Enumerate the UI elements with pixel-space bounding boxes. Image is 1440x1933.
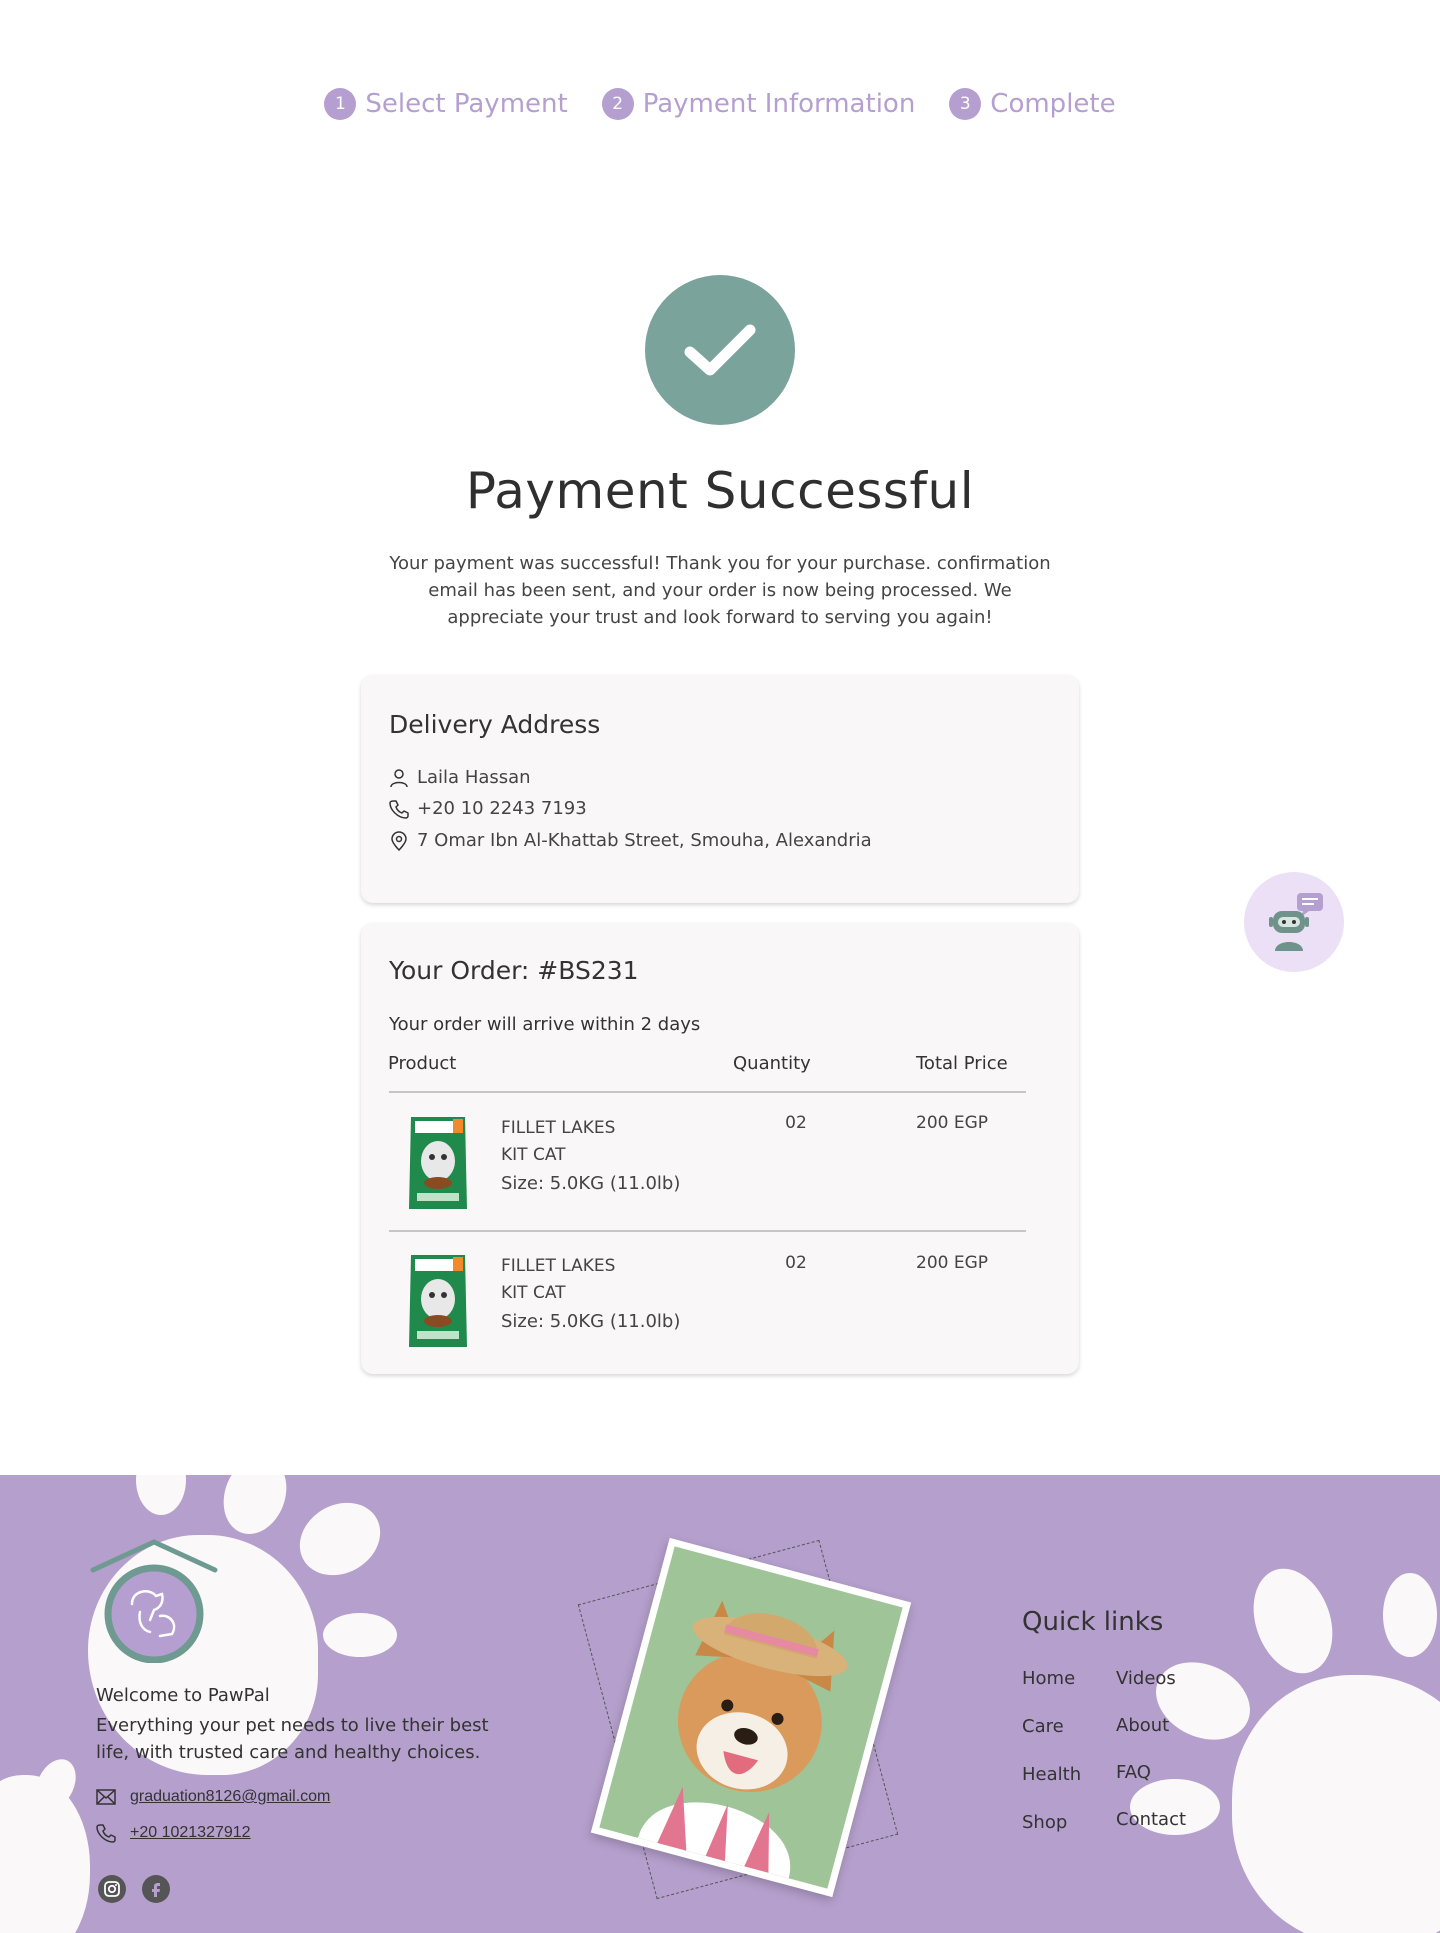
footer-welcome: Welcome to PawPal — [96, 1685, 270, 1706]
chatbot-icon — [1269, 893, 1323, 951]
product-name-line1: FILLET LAKES — [501, 1256, 616, 1276]
paw-print-decoration — [136, 1475, 186, 1515]
user-icon — [390, 768, 408, 787]
product-name-line2: KIT CAT — [501, 1145, 566, 1165]
check-icon — [684, 324, 756, 376]
footer-email[interactable]: graduation8126@gmail.com — [96, 1788, 330, 1806]
product-name-line2: KIT CAT — [501, 1283, 566, 1303]
phone-icon — [96, 1824, 116, 1843]
paw-print-decoration — [286, 1488, 394, 1590]
product-image — [409, 1117, 467, 1209]
product-quantity: 02 — [785, 1113, 807, 1133]
step-label: Select Payment — [365, 89, 568, 119]
paw-print-decoration — [213, 1475, 297, 1543]
footer-link-health[interactable]: Health — [1022, 1764, 1081, 1785]
success-check-badge — [645, 275, 795, 425]
table-divider — [389, 1091, 1026, 1093]
mail-icon — [96, 1789, 116, 1805]
instagram-icon[interactable] — [98, 1875, 126, 1903]
footer-tagline: Everything your pet needs to live their … — [96, 1715, 489, 1763]
phone-link[interactable]: +20 1021327912 — [130, 1824, 251, 1842]
product-total-price: 200 EGP — [916, 1253, 989, 1273]
recipient-name: Laila Hassan — [417, 767, 531, 788]
product-total-price: 200 EGP — [916, 1113, 989, 1133]
phone-icon — [389, 799, 409, 819]
footer-link-shop[interactable]: Shop — [1022, 1812, 1067, 1833]
step-payment-information[interactable]: 2 Payment Information — [601, 88, 916, 120]
product-name-line1: FILLET LAKES — [501, 1118, 616, 1138]
location-pin-icon — [391, 830, 407, 851]
paw-print-decoration — [1239, 1557, 1347, 1685]
recipient-address-row: 7 Omar Ibn Al-Khattab Street, Smouha, Al… — [389, 830, 872, 851]
step-label: Complete — [990, 89, 1116, 119]
paw-print-decoration — [1232, 1675, 1440, 1933]
site-footer: Welcome to PawPal Everything your pet ne… — [0, 1475, 1440, 1933]
chatbot-button[interactable] — [1244, 872, 1344, 972]
product-name: FILLET LAKES KIT CAT — [501, 1115, 641, 1169]
column-total-price: Total Price — [916, 1053, 1008, 1074]
step-complete[interactable]: 3 Complete — [949, 88, 1116, 120]
footer-link-care[interactable]: Care — [1022, 1716, 1064, 1737]
paw-print-decoration — [1143, 1647, 1263, 1755]
paw-print-decoration — [1383, 1573, 1437, 1657]
product-size: Size: 5.0KG (11.0lb) — [501, 1311, 681, 1332]
quick-links-title: Quick links — [1022, 1607, 1164, 1637]
recipient-address: 7 Omar Ibn Al-Khattab Street, Smouha, Al… — [417, 830, 872, 851]
step-number: 1 — [324, 88, 357, 120]
step-label: Payment Information — [642, 89, 916, 119]
product-size: Size: 5.0KG (11.0lb) — [501, 1173, 681, 1194]
pawpal-logo[interactable] — [90, 1538, 218, 1663]
column-quantity: Quantity — [733, 1053, 811, 1074]
product-image — [409, 1255, 467, 1347]
order-title: Your Order: #BS231 — [389, 956, 639, 985]
delivery-title: Delivery Address — [389, 710, 601, 739]
paw-print-decoration — [323, 1613, 397, 1657]
table-divider — [389, 1230, 1026, 1232]
product-name: FILLET LAKES KIT CAT — [501, 1253, 641, 1307]
checkout-stepper: 1 Select Payment 2 Payment Information 3… — [0, 88, 1440, 120]
footer-link-faq[interactable]: FAQ — [1116, 1762, 1151, 1783]
success-message: Your payment was successful! Thank you f… — [389, 553, 1051, 628]
step-number: 3 — [949, 88, 982, 120]
email-link[interactable]: graduation8126@gmail.com — [130, 1788, 330, 1806]
facebook-icon[interactable] — [142, 1875, 170, 1903]
delivery-address-card: Delivery Address Laila Hassan +20 10 224… — [361, 675, 1079, 903]
order-summary-card: Your Order: #BS231 Your order will arriv… — [361, 923, 1079, 1374]
step-select-payment[interactable]: 1 Select Payment — [324, 88, 568, 120]
footer-phone[interactable]: +20 1021327912 — [96, 1823, 251, 1843]
recipient-phone: +20 10 2243 7193 — [417, 798, 587, 819]
recipient-phone-row: +20 10 2243 7193 — [389, 798, 587, 819]
footer-link-home[interactable]: Home — [1022, 1668, 1075, 1689]
step-number: 2 — [601, 88, 634, 120]
footer-link-about[interactable]: About — [1116, 1715, 1169, 1736]
page-title: Payment Successful — [465, 462, 975, 520]
product-quantity: 02 — [785, 1253, 807, 1273]
arrival-estimate: Your order will arrive within 2 days — [389, 1014, 701, 1035]
footer-link-contact[interactable]: Contact — [1116, 1809, 1186, 1830]
recipient-name-row: Laila Hassan — [389, 767, 531, 788]
column-product: Product — [388, 1053, 457, 1074]
footer-link-videos[interactable]: Videos — [1116, 1668, 1176, 1689]
